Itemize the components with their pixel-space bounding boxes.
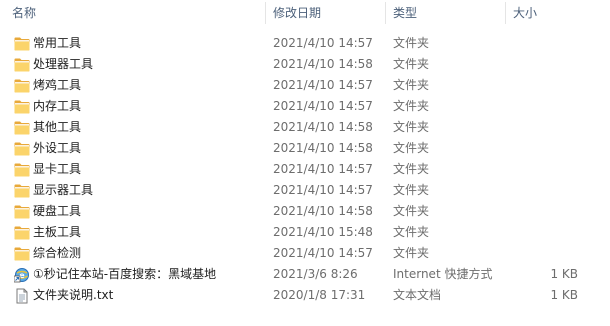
- file-modified-date: 2021/4/10 14:57: [273, 162, 373, 176]
- folder-icon: [14, 54, 30, 75]
- file-type: 文件夹: [393, 78, 430, 92]
- column-header-name-label: 名称: [12, 6, 37, 20]
- file-row[interactable]: e ①秒记住本站-百度搜索：黑域基地 2021/3/6 8:26 Internet 快…: [0, 264, 610, 285]
- file-modified-date: 2021/4/10 14:58: [273, 57, 373, 71]
- file-name: 外设工具: [33, 141, 82, 155]
- file-type: 文件夹: [393, 225, 430, 239]
- file-list: 常用工具 2021/4/10 14:57 文件夹 处理器工具 2021/4/10 14:…: [0, 33, 610, 306]
- file-type: 文件夹: [393, 246, 430, 260]
- file-modified-date: 2021/4/10 14:57: [273, 36, 373, 50]
- file-row[interactable]: 硬盘工具 2021/4/10 14:58 文件夹: [0, 201, 610, 222]
- folder-icon: [14, 138, 30, 159]
- file-type: 文件夹: [393, 57, 430, 71]
- folder-icon: [14, 243, 30, 264]
- folder-icon: [14, 33, 30, 54]
- file-type: 文件夹: [393, 99, 430, 113]
- file-name: 显示器工具: [33, 183, 94, 197]
- file-size: 1 KB: [550, 288, 578, 302]
- internet-shortcut-icon: e: [13, 264, 30, 285]
- file-name: 硬盘工具: [33, 204, 82, 218]
- file-name: 综合检测: [33, 246, 82, 260]
- file-row[interactable]: 其他工具 2021/4/10 14:58 文件夹: [0, 117, 610, 138]
- file-modified-date: 2021/4/10 14:58: [273, 120, 373, 134]
- file-modified-date: 2021/4/10 14:57: [273, 246, 373, 260]
- folder-icon: [14, 180, 30, 201]
- file-row[interactable]: 文件夹说明.txt 2020/1/8 17:31 文本文档 1 KB: [0, 285, 610, 306]
- text-document-icon: [14, 285, 30, 306]
- folder-icon: [14, 201, 30, 222]
- file-row[interactable]: 显卡工具 2021/4/10 14:57 文件夹: [0, 159, 610, 180]
- file-modified-date: 2021/4/10 14:57: [273, 78, 373, 92]
- file-modified-date: 2021/4/10 14:57: [273, 183, 373, 197]
- file-modified-date: 2021/4/10 14:58: [273, 204, 373, 218]
- file-row[interactable]: 综合检测 2021/4/10 14:57 文件夹: [0, 243, 610, 264]
- column-header-size-label: 大小: [513, 6, 538, 20]
- file-type: 文件夹: [393, 141, 430, 155]
- file-row[interactable]: 显示器工具 2021/4/10 14:57 文件夹: [0, 180, 610, 201]
- file-type: Internet 快捷方式: [393, 267, 493, 281]
- folder-icon: [14, 96, 30, 117]
- file-name: ①秒记住本站-百度搜索：黑域基地: [33, 267, 217, 281]
- file-name: 常用工具: [33, 36, 82, 50]
- folder-icon: [14, 75, 30, 96]
- column-header-type-label: 类型: [393, 6, 418, 20]
- column-header-size[interactable]: 大小: [506, 0, 610, 26]
- column-header-date-label: 修改日期: [273, 6, 322, 20]
- file-size: 1 KB: [550, 267, 578, 281]
- folder-icon: [14, 222, 30, 243]
- file-type: 文件夹: [393, 162, 430, 176]
- file-type: 文本文档: [393, 288, 442, 302]
- file-name: 处理器工具: [33, 57, 94, 71]
- file-type: 文件夹: [393, 204, 430, 218]
- file-name: 烤鸡工具: [33, 78, 82, 92]
- column-header-bar: 名称 ˄ 修改日期 类型 大小: [0, 0, 610, 26]
- file-modified-date: 2020/1/8 17:31: [273, 288, 366, 302]
- file-modified-date: 2021/4/10 15:48: [273, 225, 373, 239]
- column-header-name[interactable]: 名称 ˄: [0, 0, 266, 26]
- folder-icon: [14, 117, 30, 138]
- file-type: 文件夹: [393, 120, 430, 134]
- file-row[interactable]: 主板工具 2021/4/10 15:48 文件夹: [0, 222, 610, 243]
- file-type: 文件夹: [393, 36, 430, 50]
- file-row[interactable]: 烤鸡工具 2021/4/10 14:57 文件夹: [0, 75, 610, 96]
- file-row[interactable]: 常用工具 2021/4/10 14:57 文件夹: [0, 33, 610, 54]
- file-name: 内存工具: [33, 99, 82, 113]
- file-name: 显卡工具: [33, 162, 82, 176]
- file-row[interactable]: 内存工具 2021/4/10 14:57 文件夹: [0, 96, 610, 117]
- file-row[interactable]: 处理器工具 2021/4/10 14:58 文件夹: [0, 54, 610, 75]
- sort-ascending-icon: ˄: [128, 0, 133, 6]
- folder-icon: [14, 159, 30, 180]
- file-modified-date: 2021/4/10 14:57: [273, 99, 373, 113]
- file-name: 主板工具: [33, 225, 82, 239]
- file-name: 其他工具: [33, 120, 82, 134]
- file-row[interactable]: 外设工具 2021/4/10 14:58 文件夹: [0, 138, 610, 159]
- file-type: 文件夹: [393, 183, 430, 197]
- file-name: 文件夹说明.txt: [33, 288, 114, 302]
- file-modified-date: 2021/4/10 14:58: [273, 141, 373, 155]
- column-header-type[interactable]: 类型: [386, 0, 506, 26]
- file-modified-date: 2021/3/6 8:26: [273, 267, 358, 281]
- column-header-date[interactable]: 修改日期: [266, 0, 386, 26]
